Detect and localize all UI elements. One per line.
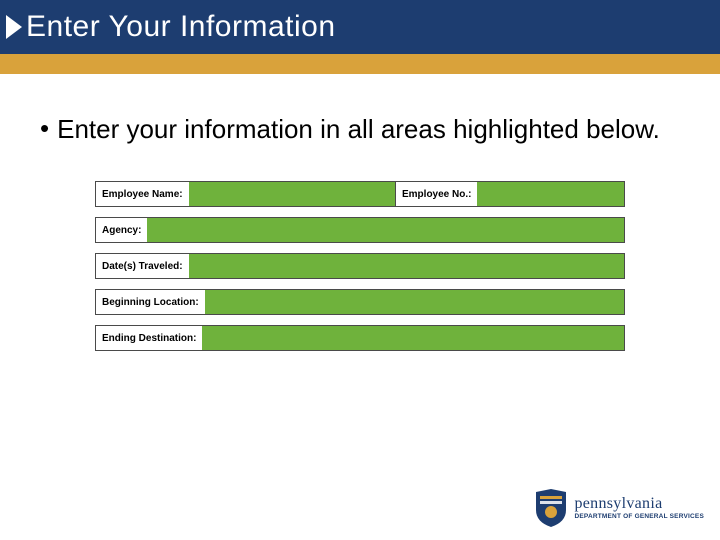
- highlight-agency: [147, 218, 624, 242]
- page-title: Enter Your Information: [26, 10, 336, 44]
- label-employee-name: Employee Name:: [96, 189, 189, 200]
- bullet-item: • Enter your information in all areas hi…: [40, 112, 680, 147]
- shield-icon: [534, 488, 568, 528]
- logo-state-text: pennsylvania: [574, 496, 704, 512]
- content-area: • Enter your information in all areas hi…: [0, 74, 720, 351]
- highlight-beginning: [205, 290, 624, 314]
- footer-logo: pennsylvania DEPARTMENT OF GENERAL SERVI…: [534, 488, 704, 528]
- highlight-dates: [189, 254, 624, 278]
- bullet-text: Enter your information in all areas high…: [57, 112, 660, 147]
- bullet-icon: •: [40, 112, 49, 146]
- row-ending: Ending Destination:: [95, 325, 625, 351]
- label-agency: Agency:: [96, 225, 147, 236]
- label-beginning: Beginning Location:: [96, 297, 205, 308]
- label-ending: Ending Destination:: [96, 333, 202, 344]
- label-employee-no: Employee No.:: [396, 189, 477, 200]
- highlight-employee-name: [189, 182, 395, 206]
- highlight-employee-no: [477, 182, 624, 206]
- title-bar: Enter Your Information: [0, 0, 720, 54]
- row-beginning: Beginning Location:: [95, 289, 625, 315]
- row-employee: Employee Name: Employee No.:: [95, 181, 625, 207]
- row-dates: Date(s) Traveled:: [95, 253, 625, 279]
- accent-bar: [0, 54, 720, 74]
- row-agency: Agency:: [95, 217, 625, 243]
- logo-dept-text: DEPARTMENT OF GENERAL SERVICES: [574, 514, 704, 521]
- label-dates: Date(s) Traveled:: [96, 261, 189, 272]
- form-preview: Employee Name: Employee No.: Agency: Dat…: [95, 181, 625, 351]
- arrow-right-icon: [6, 15, 22, 39]
- highlight-ending: [202, 326, 624, 350]
